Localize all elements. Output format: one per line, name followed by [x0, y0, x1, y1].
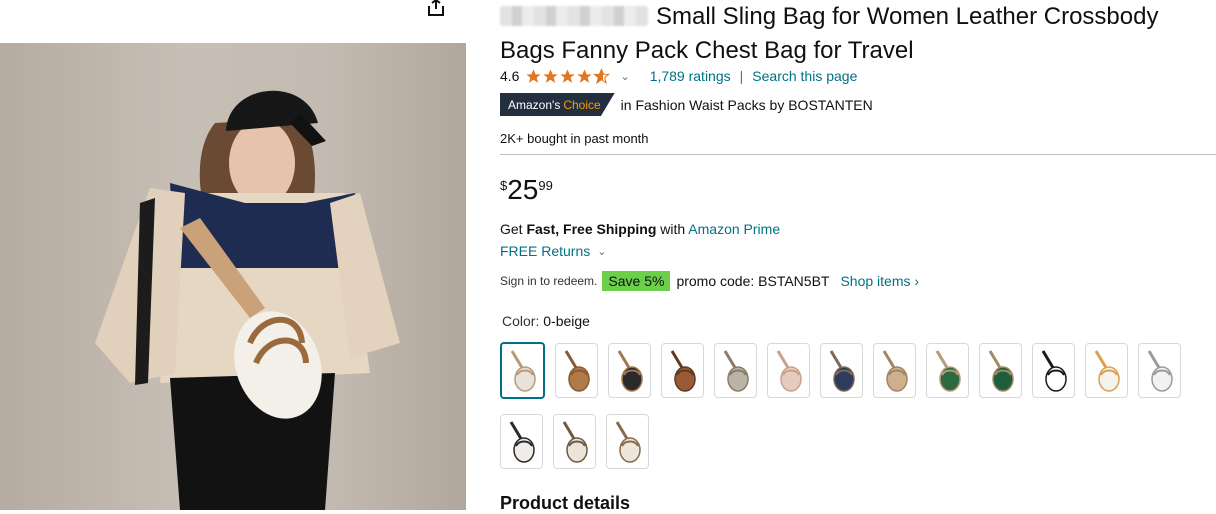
share-icon: [428, 0, 444, 16]
color-swatch-black[interactable]: [608, 343, 651, 398]
shipping-info: Get Fast, Free Shipping with Amazon Prim…: [500, 221, 780, 237]
bag-thumbnail-icon: [829, 349, 855, 392]
color-value: 0-beige: [543, 313, 590, 329]
color-label: Color:: [502, 313, 540, 329]
color-swatch-green-2[interactable]: [979, 343, 1022, 398]
share-button[interactable]: [424, 0, 448, 16]
star-rating[interactable]: [525, 67, 611, 85]
save-badge: Save 5%: [602, 271, 671, 291]
rating-value: 4.6: [500, 68, 520, 84]
bag-thumbnail-icon: [562, 420, 588, 463]
color-swatch-leopard-tan[interactable]: [553, 414, 596, 469]
price-whole: 25: [507, 174, 539, 205]
badge-row: Amazon's Choice in Fashion Waist Packs b…: [500, 93, 873, 116]
bag-thumbnail-icon: [615, 420, 641, 463]
bag-thumbnail-icon: [1094, 349, 1120, 392]
free-returns-link[interactable]: FREE Returns: [500, 243, 590, 259]
promo-row: Sign in to redeem. Save 5% promo code: B…: [500, 270, 919, 292]
bag-thumbnail-icon: [510, 349, 536, 392]
amazon-prime-link[interactable]: Amazon Prime: [688, 221, 780, 237]
product-details-heading: Product details: [500, 493, 631, 513]
bag-thumbnail-icon: [617, 349, 643, 392]
star-icon: [526, 68, 542, 83]
shipping-bold: Fast, Free Shipping: [526, 221, 657, 237]
shipping-get: Get: [500, 221, 523, 237]
color-swatch-leopard-black[interactable]: [500, 414, 543, 469]
color-swatch-pink[interactable]: [767, 343, 810, 398]
chevron-down-icon[interactable]: ⌄: [597, 245, 606, 258]
chevron-down-icon[interactable]: ⌄: [620, 70, 629, 83]
color-label-row: Color: 0-beige: [502, 313, 590, 329]
color-swatch-white-tan[interactable]: [1085, 343, 1128, 398]
color-swatch-0-beige[interactable]: [500, 342, 545, 399]
bag-thumbnail-icon: [988, 349, 1014, 392]
badge-choice: Choice: [563, 97, 601, 112]
color-swatches: [500, 342, 1216, 469]
bought-count: 2K+ bought in past month: [500, 131, 649, 146]
color-swatch-white-gray[interactable]: [1138, 343, 1181, 398]
star-icon: [560, 68, 576, 83]
bag-thumbnail-icon: [509, 420, 535, 463]
separator: |: [739, 68, 744, 84]
color-swatch-leopard-brown[interactable]: [606, 414, 649, 469]
bag-thumbnail-icon: [882, 349, 908, 392]
divider: [500, 154, 1216, 155]
product-photo-illustration: [95, 90, 400, 510]
color-swatch-navy[interactable]: [820, 343, 863, 398]
star-icon: [543, 68, 559, 83]
color-swatch-brown-2[interactable]: [661, 343, 704, 398]
bag-thumbnail-icon: [1147, 349, 1173, 392]
color-swatch-brown[interactable]: [555, 343, 598, 398]
color-swatch-gray[interactable]: [714, 343, 757, 398]
price-fraction: 99: [538, 178, 553, 193]
price-symbol: $: [500, 178, 508, 193]
bag-thumbnail-icon: [1041, 349, 1067, 392]
bag-thumbnail-icon: [776, 349, 802, 392]
bag-thumbnail-icon: [723, 349, 749, 392]
search-this-page-link[interactable]: Search this page: [752, 68, 857, 84]
bag-thumbnail-icon: [564, 349, 590, 392]
price: $ 25 99: [500, 174, 553, 206]
ratings-count-link[interactable]: 1,789 ratings: [650, 68, 731, 84]
shipping-with: with: [660, 221, 686, 237]
badge-label: Amazon's: [508, 97, 561, 112]
star-icon: [577, 68, 593, 83]
promo-code: promo code: BSTAN5BT: [676, 273, 830, 289]
product-image[interactable]: [0, 43, 466, 510]
amazons-choice-badge[interactable]: Amazon's Choice: [500, 93, 615, 116]
brand-blur: [500, 6, 648, 26]
product-title: Small Sling Bag for Women Leather Crossb…: [500, 0, 1216, 68]
bag-thumbnail-icon: [935, 349, 961, 392]
bag-thumbnail-icon: [670, 349, 696, 392]
free-returns[interactable]: FREE Returns ⌄: [500, 243, 606, 259]
badge-category: in Fashion Waist Packs by BOSTANTEN: [620, 96, 873, 113]
color-swatch-khaki[interactable]: [873, 343, 916, 398]
rating-row: 4.6 ⌄ 1,789 ratings | Search this page: [500, 66, 857, 86]
shop-items-link[interactable]: Shop items ›: [840, 273, 919, 289]
star-half-icon: [593, 67, 611, 84]
color-swatch-black-white[interactable]: [1032, 343, 1075, 398]
color-swatch-green[interactable]: [926, 343, 969, 398]
promo-signin: Sign in to redeem.: [500, 274, 598, 288]
